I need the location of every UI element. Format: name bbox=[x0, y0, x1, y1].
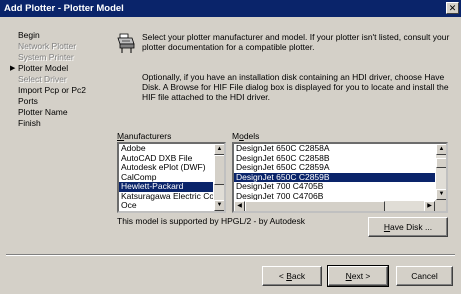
hdi-note-text: Optionally, if you have an installation … bbox=[142, 72, 449, 102]
wizard-step: Finish bbox=[6, 118, 106, 129]
scroll-down-icon[interactable]: ▼ bbox=[436, 189, 446, 200]
cancel-button[interactable]: Cancel bbox=[396, 266, 453, 286]
list-item[interactable]: DesignJet 650C C2859B bbox=[234, 172, 446, 182]
list-item[interactable]: DesignJet 650C C2858A bbox=[234, 144, 446, 154]
list-item[interactable]: CalComp bbox=[119, 173, 224, 183]
wizard-step: Network Plotter bbox=[6, 41, 106, 52]
window-title: Add Plotter - Plotter Model bbox=[4, 3, 124, 14]
wizard-step-label: System Printer bbox=[18, 52, 74, 62]
wizard-step-label: Plotter Name bbox=[18, 107, 68, 117]
wizard-step-label: Finish bbox=[18, 118, 41, 128]
manufacturers-label: Manufacturers bbox=[117, 131, 172, 141]
plotter-wizard-icon bbox=[117, 33, 135, 53]
support-text: This model is supported by HPGL/2 - by A… bbox=[117, 216, 306, 226]
wizard-step-label: Network Plotter bbox=[18, 41, 77, 51]
next-button[interactable]: Next > bbox=[327, 265, 389, 287]
wizard-step: Ports bbox=[6, 96, 106, 107]
back-button[interactable]: < Back bbox=[262, 266, 322, 286]
list-item[interactable]: DesignJet 650C C2858B bbox=[234, 154, 446, 164]
list-item[interactable]: DesignJet 700 C4705B bbox=[234, 182, 446, 192]
scroll-corner bbox=[435, 200, 446, 211]
list-item[interactable]: Oce bbox=[119, 201, 224, 211]
wizard-step-label: Begin bbox=[18, 30, 40, 40]
models-label: Models bbox=[232, 131, 260, 141]
list-item[interactable]: AutoCAD DXB File bbox=[119, 154, 224, 164]
wizard-steps: Begin Network Plotter System Printer ▶ Plott… bbox=[6, 30, 106, 129]
close-button[interactable]: ✕ bbox=[446, 2, 459, 14]
scroll-up-icon[interactable]: ▲ bbox=[436, 144, 446, 155]
list-item[interactable]: DesignJet 650C C2859A bbox=[234, 163, 446, 173]
separator bbox=[6, 254, 455, 256]
list-item[interactable]: Autodesk ePlot (DWF) bbox=[119, 163, 224, 173]
models-vertical-scrollbar[interactable]: ▲ ▼ bbox=[435, 144, 446, 200]
intro-text: Select your plotter manufacturer and mod… bbox=[142, 32, 450, 52]
wizard-step: ▶ Plotter Model bbox=[6, 63, 106, 74]
list-item[interactable]: Katsuragawa Electric Co bbox=[119, 192, 224, 202]
manufacturers-list[interactable]: Adobe AutoCAD DXB File Autodesk ePlot (DWF… bbox=[117, 142, 226, 213]
wizard-step-label: Ports bbox=[18, 96, 38, 106]
scroll-thumb[interactable] bbox=[436, 158, 446, 168]
scroll-left-icon[interactable]: ◀ bbox=[234, 201, 245, 211]
wizard-step-label: Plotter Model bbox=[18, 63, 69, 73]
models-horizontal-scrollbar[interactable]: ◀ ▶ bbox=[234, 200, 435, 211]
list-item[interactable]: Adobe bbox=[119, 144, 224, 154]
wizard-step: Import Pcp or Pc2 bbox=[6, 85, 106, 96]
scroll-thumb[interactable] bbox=[214, 155, 224, 185]
wizard-step: Begin bbox=[6, 30, 106, 41]
current-step-arrow-icon: ▶ bbox=[10, 65, 16, 72]
scroll-right-icon[interactable]: ▶ bbox=[424, 201, 435, 211]
wizard-step: System Printer bbox=[6, 52, 106, 63]
scroll-up-icon[interactable]: ▲ bbox=[214, 144, 224, 155]
models-list[interactable]: DesignJet 650C C2858A DesignJet 650C C285… bbox=[232, 142, 448, 213]
scroll-down-icon[interactable]: ▼ bbox=[214, 200, 224, 211]
list-item[interactable]: Hewlett-Packard bbox=[119, 182, 224, 192]
wizard-step-label: Import Pcp or Pc2 bbox=[18, 85, 87, 95]
wizard-step-label: Select Driver bbox=[18, 74, 67, 84]
title-bar: Add Plotter - Plotter Model ✕ bbox=[0, 0, 461, 17]
wizard-step: Select Driver bbox=[6, 74, 106, 85]
have-disk-button[interactable]: Have Disk ... bbox=[368, 217, 448, 237]
wizard-step: Plotter Name bbox=[6, 107, 106, 118]
scroll-thumb[interactable] bbox=[245, 201, 385, 211]
manufacturers-scrollbar[interactable]: ▲ ▼ bbox=[213, 144, 224, 211]
